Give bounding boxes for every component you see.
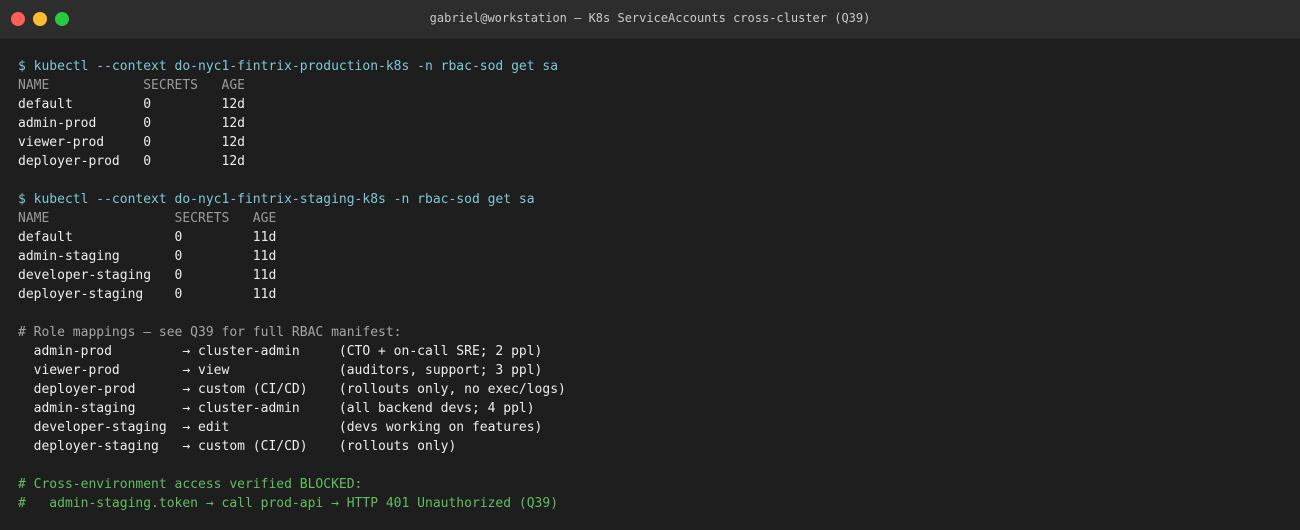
- terminal-output[interactable]: $ kubectl --context do-nyc1-fintrix-prod…: [0, 39, 1300, 513]
- table-row: deployer-prod 0 12d: [18, 154, 245, 169]
- mapping-row: admin-staging → cluster-admin (all backe…: [18, 401, 535, 416]
- role-mappings-comment: # Role mappings — see Q39 for full RBAC …: [18, 325, 402, 340]
- table-row: developer-staging 0 11d: [18, 268, 277, 283]
- table-row: default 0 12d: [18, 97, 245, 112]
- mapping-row: deployer-staging → custom (CI/CD) (rollo…: [18, 439, 457, 454]
- mapping-row: admin-prod → cluster-admin (CTO + on-cal…: [18, 344, 543, 359]
- table-row: admin-staging 0 11d: [18, 249, 277, 264]
- mapping-row: viewer-prod → view (auditors, support; 3…: [18, 363, 543, 378]
- command-line-staging: $ kubectl --context do-nyc1-fintrix-stag…: [18, 192, 535, 207]
- terminal-window: gabriel@workstation — K8s ServiceAccount…: [0, 0, 1300, 530]
- verification-result: # admin-staging.token → call prod-api → …: [18, 496, 559, 511]
- mapping-row: developer-staging → edit (devs working o…: [18, 420, 543, 435]
- table-row: deployer-staging 0 11d: [18, 287, 277, 302]
- command-line-prod: $ kubectl --context do-nyc1-fintrix-prod…: [18, 59, 559, 74]
- table-header-staging: NAME SECRETS AGE: [18, 211, 277, 226]
- table-row: default 0 11d: [18, 230, 277, 245]
- table-row: viewer-prod 0 12d: [18, 135, 245, 150]
- table-row: admin-prod 0 12d: [18, 116, 245, 131]
- verification-comment: # Cross-environment access verified BLOC…: [18, 477, 363, 492]
- window-title: gabriel@workstation — K8s ServiceAccount…: [429, 11, 871, 25]
- title-bar: gabriel@workstation — K8s ServiceAccount…: [0, 0, 1300, 39]
- table-header-prod: NAME SECRETS AGE: [18, 78, 245, 93]
- mapping-row: deployer-prod → custom (CI/CD) (rollouts…: [18, 382, 566, 397]
